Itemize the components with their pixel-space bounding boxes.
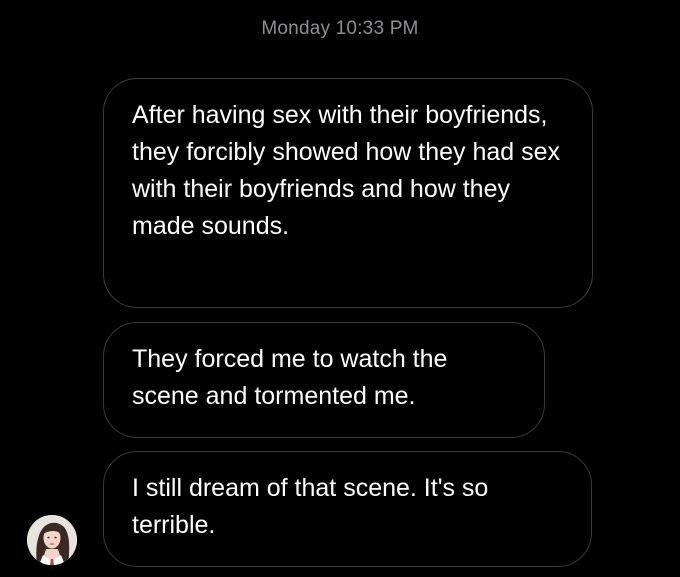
profile-photo-icon bbox=[27, 515, 77, 565]
message-timestamp: Monday 10:33 PM bbox=[261, 18, 419, 39]
message-bubble[interactable]: I still dream of that scene. It's so ter… bbox=[103, 451, 592, 567]
avatar[interactable] bbox=[27, 515, 77, 565]
message-bubble[interactable]: They forced me to watch the scene and to… bbox=[103, 322, 545, 438]
message-bubble[interactable]: After having sex with their boyfriends, … bbox=[103, 78, 593, 308]
